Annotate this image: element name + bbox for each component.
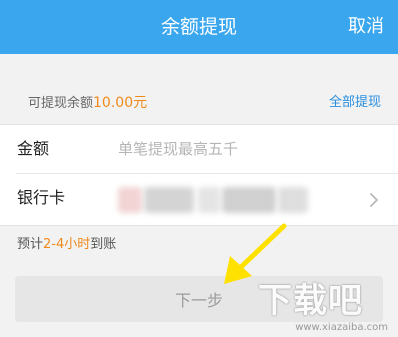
bank-card-selector[interactable] <box>100 174 398 226</box>
watermark-url: www.xiazaiba.com <box>295 322 388 333</box>
balance-row: 可提现余额10.00元 全部提现 <box>0 86 398 120</box>
bank-card-label: 银行卡 <box>17 188 66 207</box>
annotation-arrow-icon <box>224 223 287 284</box>
app-header: 余额提现 取消 <box>0 0 398 54</box>
arrival-estimate-time: 2-4小时 <box>43 237 91 252</box>
masked-bank-info <box>144 187 194 213</box>
masked-bank-info <box>118 187 142 213</box>
arrival-estimate-prefix: 预计 <box>17 237 44 252</box>
withdraw-all-link[interactable]: 全部提现 <box>329 94 381 112</box>
arrival-estimate-suffix: 到账 <box>90 237 117 252</box>
masked-bank-info <box>222 187 276 213</box>
amount-input[interactable] <box>118 136 368 162</box>
cancel-button[interactable]: 取消 <box>348 14 384 40</box>
site-watermark: 下载吧 www.xiazaiba.com <box>254 281 390 333</box>
masked-bank-info <box>278 187 308 213</box>
withdraw-form-card: 金额 银行卡 <box>0 124 398 226</box>
watermark-logo: 下载吧 <box>258 281 363 321</box>
available-balance-label: 可提现余额 <box>28 96 94 111</box>
available-balance-amount: 10.00元 <box>93 95 148 111</box>
amount-label: 金额 <box>17 139 50 158</box>
arrival-estimate: 预计2-4小时到账 <box>17 236 116 254</box>
chevron-right-icon <box>370 193 378 207</box>
masked-bank-info <box>198 187 220 213</box>
page-title: 余额提现 <box>160 16 237 38</box>
available-balance: 可提现余额10.00元 <box>28 94 147 113</box>
